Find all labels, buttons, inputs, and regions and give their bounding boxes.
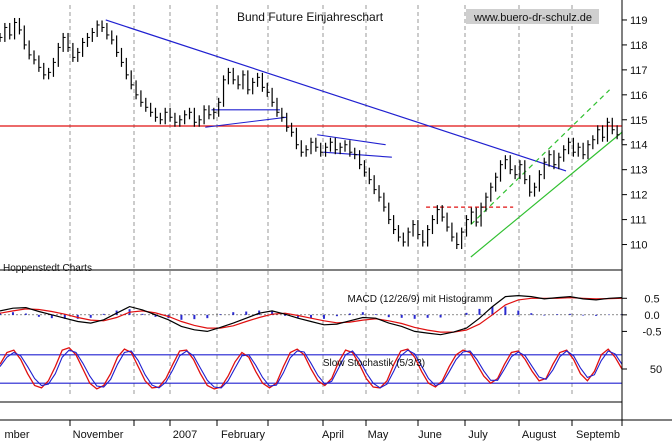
price-tick-label-8: 118 (630, 40, 648, 52)
provider-label: Hoppenstedt Charts (3, 263, 92, 274)
source-label: www.buero-dr-schulz.de (473, 12, 592, 24)
price-tick-label-6: 116 (630, 90, 648, 102)
price-tick-label-2: 112 (630, 190, 648, 202)
price-tick-label-5: 115 (630, 115, 648, 127)
x-label-7: July (468, 429, 488, 441)
price-tick-label-1: 111 (630, 215, 647, 227)
price-tick-label-9: 119 (630, 15, 648, 27)
bund-future-chart: 110 111 112 113 114 115 116 117 118 119 0.5 0.0 -0.5… (0, 0, 672, 441)
x-label-5: May (368, 429, 389, 441)
x-label-6: June (418, 429, 442, 441)
stochastic-tick-label-0: 50 (650, 364, 662, 376)
macd-tick-label-2: -0.5 (643, 326, 662, 338)
macd-tick-label-0: 0.5 (644, 293, 659, 305)
price-tick-label-0: 110 (630, 240, 648, 252)
x-label-8: August (522, 429, 556, 441)
x-label-9: Septemb (576, 429, 620, 441)
x-label-4: April (322, 429, 344, 441)
stochastic-label: Slow Stochastik (5/3/3) (323, 358, 425, 369)
x-label-3: February (221, 429, 266, 441)
chart-title: Bund Future Einjahreschart (237, 10, 384, 24)
price-tick-label-7: 117 (630, 65, 648, 77)
price-tick-label-4: 114 (630, 140, 648, 152)
macd-label: MACD (12/26/9) mit Histogramm (347, 294, 492, 305)
x-label-1: November (73, 429, 124, 441)
x-label-0: mber (4, 429, 29, 441)
chart-background (0, 0, 672, 441)
x-label-2: 2007 (173, 429, 197, 441)
price-tick-label-3: 113 (630, 165, 648, 177)
macd-tick-label-1: 0.0 (644, 310, 659, 322)
